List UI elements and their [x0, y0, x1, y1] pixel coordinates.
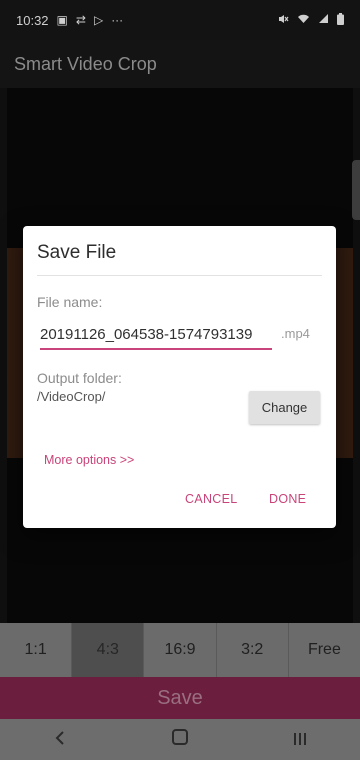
save-file-dialog: Save File File name: .mp4 Output folder:… [23, 226, 336, 528]
title-divider [37, 275, 322, 276]
output-folder-path: /VideoCrop/ [37, 389, 106, 404]
more-options-link[interactable]: More options >> [44, 453, 134, 467]
dialog-title: Save File [37, 242, 117, 263]
file-name-label: File name: [37, 294, 103, 310]
done-button[interactable]: DONE [269, 492, 306, 506]
file-name-input[interactable] [40, 322, 272, 346]
file-extension: .mp4 [281, 326, 310, 341]
output-folder-label: Output folder: [37, 370, 122, 386]
file-name-field[interactable] [40, 322, 272, 350]
change-folder-button[interactable]: Change [249, 391, 320, 424]
cancel-button[interactable]: CANCEL [185, 492, 238, 506]
